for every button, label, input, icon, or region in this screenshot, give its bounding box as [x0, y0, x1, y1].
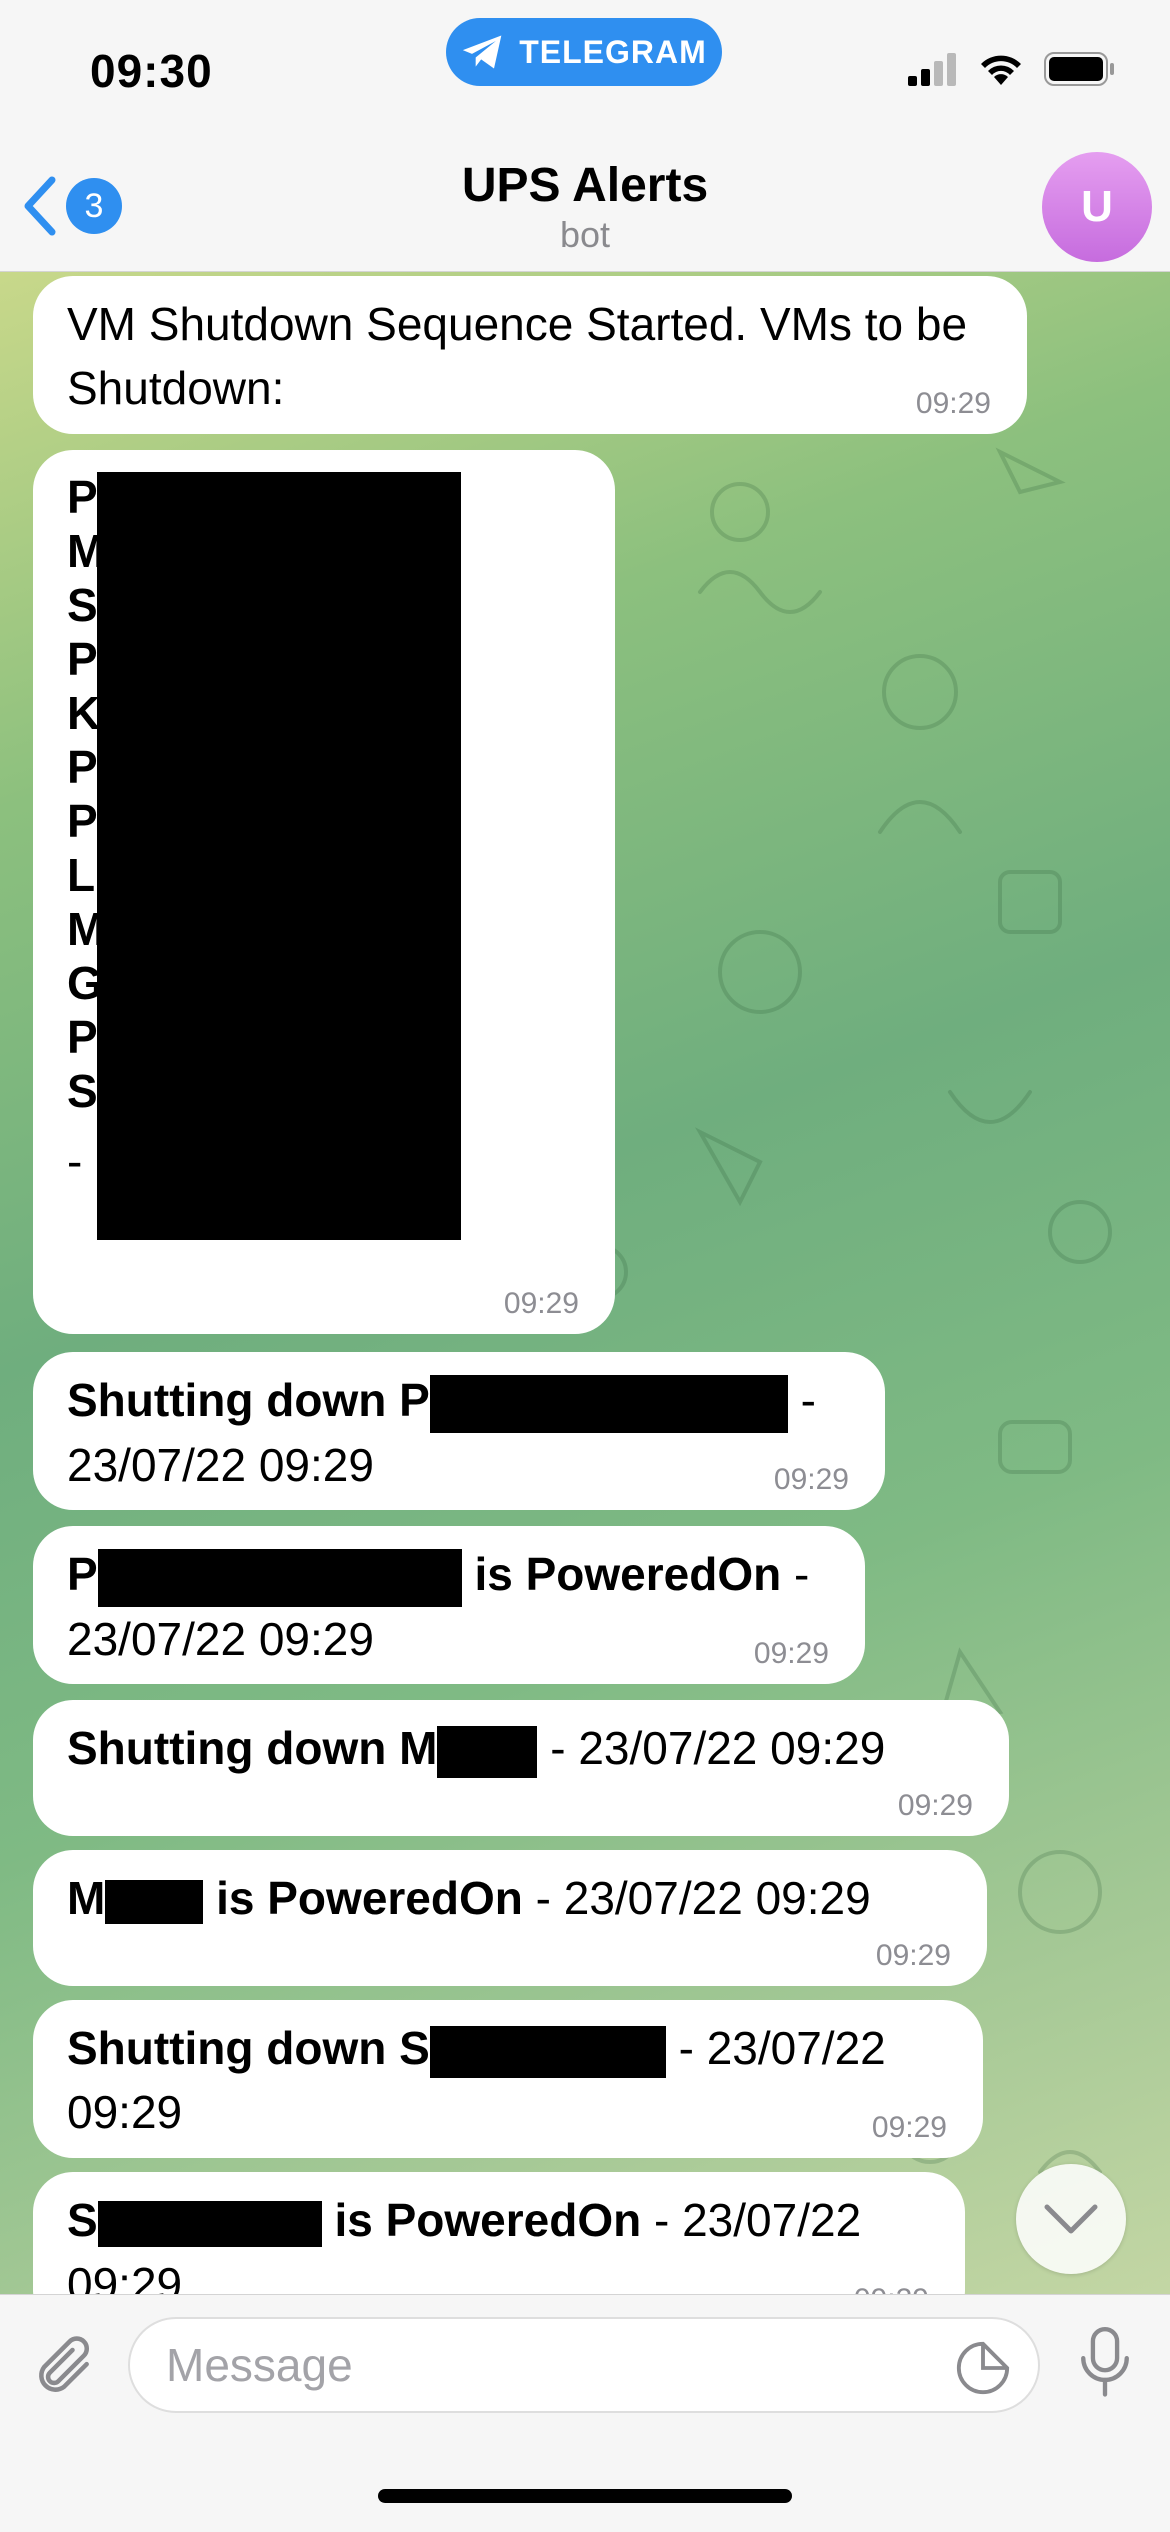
status-time: 09:30	[90, 45, 213, 97]
message-bubble[interactable]: P M S P K P P L M G P S - 23/07/22 09:29…	[33, 450, 615, 1334]
home-indicator[interactable]	[378, 2489, 792, 2503]
chevron-down-icon	[1044, 2204, 1098, 2234]
message-date: - 23/07/22 09:29	[522, 1872, 871, 1924]
system-icons	[908, 52, 1116, 86]
redaction-block	[437, 1725, 538, 1778]
message-list[interactable]: VM Shutdown Sequence Started. VMs to be …	[0, 272, 1170, 2294]
battery-icon	[1044, 52, 1114, 86]
sticker-icon	[956, 2341, 1010, 2395]
redaction-block	[105, 1879, 204, 1924]
redaction-block	[429, 1374, 788, 1433]
message-text: Shutting down P	[67, 1374, 430, 1426]
message-bubble[interactable]: Shutting down S - 23/07/22 09:29 09:29	[33, 2000, 983, 2158]
message-time: 09:29	[854, 2282, 929, 2294]
message-time: 09:29	[753, 1637, 829, 1670]
message-status: is PoweredOn	[474, 1548, 782, 1600]
message-bubble[interactable]: M is PoweredOn - 23/07/22 09:29 09:29	[33, 1850, 987, 1986]
message-text: P	[67, 1548, 98, 1600]
sticker-button[interactable]	[954, 2339, 1012, 2402]
message-status: is PoweredOn	[203, 1872, 523, 1924]
message-bubble[interactable]: VM Shutdown Sequence Started. VMs to be …	[33, 276, 1027, 434]
message-bubble[interactable]: S is PoweredOn - 23/07/22 09:29 09:29	[33, 2172, 965, 2294]
chat-header: 3 UPS Alerts bot U	[0, 140, 1170, 272]
chat-subtitle: bot	[559, 214, 611, 255]
telegram-status-pill[interactable]: TELEGRAM	[446, 18, 722, 86]
message-text: Shutting down M	[67, 1722, 438, 1774]
redaction-block	[97, 1548, 462, 1607]
message-time: 09:29	[871, 2111, 947, 2144]
message-input-bar	[0, 2294, 1170, 2532]
paperclip-icon	[39, 2336, 90, 2392]
message-text: VM Shutdown Sequence Started. VMs to be …	[67, 298, 968, 414]
redaction-block	[97, 472, 461, 1240]
signal-icon	[908, 53, 956, 86]
message-time: 09:29	[875, 1939, 951, 1972]
scroll-to-bottom-button[interactable]	[1016, 2164, 1126, 2274]
status-bar: 09:30 TELEGRAM	[0, 0, 1170, 140]
attach-button[interactable]	[30, 2329, 98, 2410]
redaction-block	[429, 2025, 666, 2078]
voice-record-button[interactable]	[1076, 2325, 1134, 2406]
telegram-plane-icon	[463, 35, 502, 69]
message-status: is PoweredOn	[321, 2194, 642, 2246]
message-time: 09:29	[773, 1463, 849, 1496]
message-text: S	[67, 2194, 98, 2246]
message-bubble[interactable]: Shutting down M - 23/07/22 09:29 09:29	[33, 1700, 1009, 1836]
wifi-icon	[981, 55, 1021, 85]
message-field[interactable]	[128, 2317, 1040, 2413]
message-bubble[interactable]: Shutting down P - 23/07/22 09:29 09:29	[33, 1352, 885, 1510]
message-input[interactable]	[166, 2319, 946, 2411]
message-time: 09:29	[915, 387, 991, 420]
microphone-icon	[1081, 2326, 1129, 2397]
chat-avatar[interactable]: U	[1042, 152, 1152, 262]
message-text: Shutting down S	[67, 2022, 430, 2074]
message-time: 09:29	[503, 1287, 579, 1320]
message-date: - 23/07/22 09:29	[537, 1722, 886, 1774]
chat-title[interactable]: UPS Alerts	[0, 158, 1170, 213]
message-text: M	[67, 1872, 106, 1924]
redaction-block	[97, 2200, 322, 2247]
message-time: 09:29	[897, 1789, 973, 1822]
pill-label: TELEGRAM	[519, 33, 707, 70]
message-bubble[interactable]: P is PoweredOn - 23/07/22 09:29 09:29	[33, 1526, 865, 1684]
